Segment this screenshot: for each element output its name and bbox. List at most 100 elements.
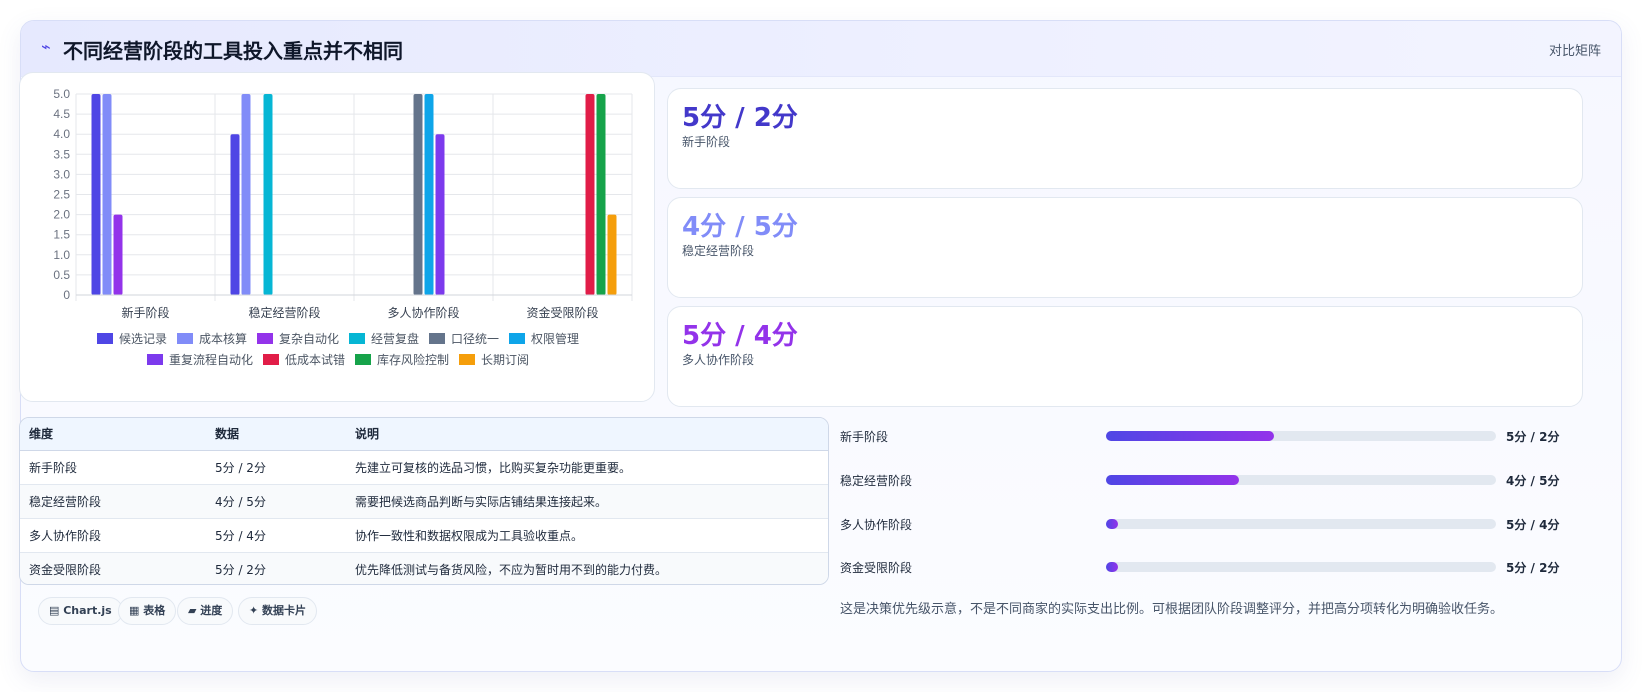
table-header-row: 维度 数据 说明 — [20, 418, 828, 451]
progress-fill — [1106, 475, 1239, 485]
legend-swatch — [355, 354, 372, 365]
progress-track — [1106, 431, 1496, 441]
y-tick-label: 4.5 — [53, 107, 70, 121]
trend-icon: ⌁ — [41, 37, 51, 56]
progress-label: 资金受限阶段 — [840, 561, 913, 575]
legend-label: 低成本试错 — [285, 352, 345, 367]
legend-label: 候选记录 — [119, 332, 167, 346]
legend-swatch — [349, 333, 366, 344]
progress-track — [1106, 475, 1496, 485]
bar — [596, 94, 606, 295]
progress-fill — [1106, 562, 1118, 572]
bar-chart: 0 0.5 1.0 1.5 2.0 2.5 3.0 3.5 4.0 4.5 5.0 新手阶段 稳定经营阶… — [53, 87, 633, 367]
card-title: 不同经营阶段的工具投入重点并不相同 — [63, 39, 403, 63]
stat-card-novice: 5分 / 2分 新手阶段 — [667, 88, 1583, 189]
bar — [230, 134, 240, 295]
legend-swatch — [176, 333, 193, 344]
cell-data: 5分 / 4分 — [206, 518, 346, 553]
progress-fill — [1106, 431, 1274, 441]
legend-swatch — [256, 333, 273, 344]
progress-value: 5分 / 2分 — [1506, 430, 1560, 444]
progress-row: 稳定经营阶段 4分 / 5分 — [840, 470, 1590, 490]
cell-dimension: 多人协作阶段 — [20, 518, 206, 553]
stat-label: 稳定经营阶段 — [682, 244, 755, 258]
chip-progress[interactable]: ▰ 进度 — [177, 597, 234, 625]
bar — [263, 94, 273, 295]
table-row: 资金受限阶段 5分 / 2分 优先降低测试与备货风险，不应为暂时用不到的能力付费… — [20, 552, 828, 584]
legend-swatch — [146, 354, 163, 365]
stat-label: 多人协作阶段 — [682, 353, 755, 367]
table-row: 多人协作阶段 5分 / 4分 协作一致性和数据权限成为工具验收重点。 — [20, 518, 828, 553]
bar — [413, 94, 423, 295]
y-tick-label: 3.0 — [53, 167, 70, 181]
progress-track — [1106, 562, 1496, 572]
cell-dimension: 新手阶段 — [20, 450, 206, 485]
col-header-data: 数据 — [206, 418, 346, 451]
cell-description: 优先降低测试与备货风险，不应为暂时用不到的能力付费。 — [346, 552, 828, 584]
progress-row: 新手阶段 5分 / 2分 — [840, 426, 1590, 446]
cell-data: 4分 / 5分 — [206, 484, 346, 519]
cell-dimension: 稳定经营阶段 — [20, 484, 206, 519]
x-tick-label: 多人协作阶段 — [387, 305, 459, 320]
card-header: ⌁ 不同经营阶段的工具投入重点并不相同 对比矩阵 — [21, 21, 1621, 77]
legend-label: 口径统一 — [451, 332, 499, 346]
y-tick-label: 2.5 — [53, 188, 70, 202]
stat-card-team: 5分 / 4分 多人协作阶段 — [667, 306, 1583, 407]
y-tick-label: 2.0 — [53, 208, 70, 222]
progress-fill — [1106, 519, 1118, 529]
matrix-badge: 对比矩阵 — [1548, 44, 1601, 59]
progress-value: 5分 / 4分 — [1506, 518, 1560, 532]
progress-track — [1106, 519, 1496, 529]
bar — [607, 214, 617, 295]
col-header-dimension: 维度 — [20, 418, 206, 451]
legend-label: 长期订阅 — [481, 353, 529, 367]
chip-data-cards[interactable]: ✦ 数据卡片 — [238, 597, 318, 625]
legend-label: 库存风险控制 — [377, 352, 449, 367]
y-tick-label: 0 — [63, 288, 70, 302]
legend-swatch — [262, 354, 279, 365]
y-tick-label: 3.5 — [53, 147, 70, 161]
y-tick-label: 0.5 — [53, 268, 70, 282]
table-row: 稳定经营阶段 4分 / 5分 需要把候选商品判断与实际店铺结果连接起来。 — [20, 484, 828, 519]
legend-swatch — [509, 333, 526, 344]
progress-label: 新手阶段 — [840, 430, 889, 444]
stat-value: 5分 / 4分 — [682, 321, 798, 351]
bar — [585, 94, 595, 295]
progress-row: 资金受限阶段 5分 / 2分 — [840, 557, 1590, 577]
bar — [113, 214, 123, 295]
chip-table[interactable]: ▦ 表格 — [118, 597, 177, 625]
cell-description: 先建立可复核的选品习惯，比购买复杂功能更重要。 — [346, 450, 828, 485]
bar — [102, 94, 112, 295]
legend-label: 成本核算 — [199, 331, 247, 346]
y-tick-label: 1.0 — [53, 248, 70, 262]
legend-swatch — [459, 354, 476, 365]
bar — [424, 94, 434, 295]
legend-label: 复杂自动化 — [279, 332, 339, 346]
chip-chartjs[interactable]: ▤ Chart.js — [38, 597, 123, 625]
legend-swatch — [429, 333, 446, 344]
progress-row: 多人协作阶段 5分 / 4分 — [840, 514, 1590, 534]
progress-value: 4分 / 5分 — [1506, 474, 1560, 488]
cell-data: 5分 / 2分 — [206, 450, 346, 485]
bar — [91, 94, 101, 295]
bar — [435, 134, 445, 295]
stat-label: 新手阶段 — [682, 135, 731, 149]
footnote: 这是决策优先级示意，不是不同商家的实际支出比例。可根据团队阶段调整评分，并把高分… — [840, 602, 1504, 617]
progress-label: 稳定经营阶段 — [840, 474, 913, 488]
legend-swatch — [96, 333, 113, 344]
progress-label: 多人协作阶段 — [840, 518, 913, 532]
col-header-description: 说明 — [346, 418, 828, 451]
stat-card-stable: 4分 / 5分 稳定经营阶段 — [667, 197, 1583, 298]
cell-dimension: 资金受限阶段 — [20, 552, 206, 584]
cell-description: 协作一致性和数据权限成为工具验收重点。 — [346, 518, 828, 553]
bar — [241, 94, 251, 295]
legend-label: 经营复盘 — [371, 331, 419, 346]
y-tick-label: 4.0 — [53, 127, 70, 141]
data-table: 维度 数据 说明 新手阶段 5分 / 2分 先建立可复核的选品习惯，比购买复杂功… — [19, 417, 829, 585]
x-tick-label: 新手阶段 — [121, 305, 169, 320]
legend-label: 权限管理 — [531, 331, 579, 346]
legend-label: 重复流程自动化 — [169, 352, 253, 367]
stat-value: 5分 / 2分 — [682, 103, 798, 133]
x-tick-label: 资金受限阶段 — [526, 305, 598, 320]
progress-value: 5分 / 2分 — [1506, 561, 1560, 575]
